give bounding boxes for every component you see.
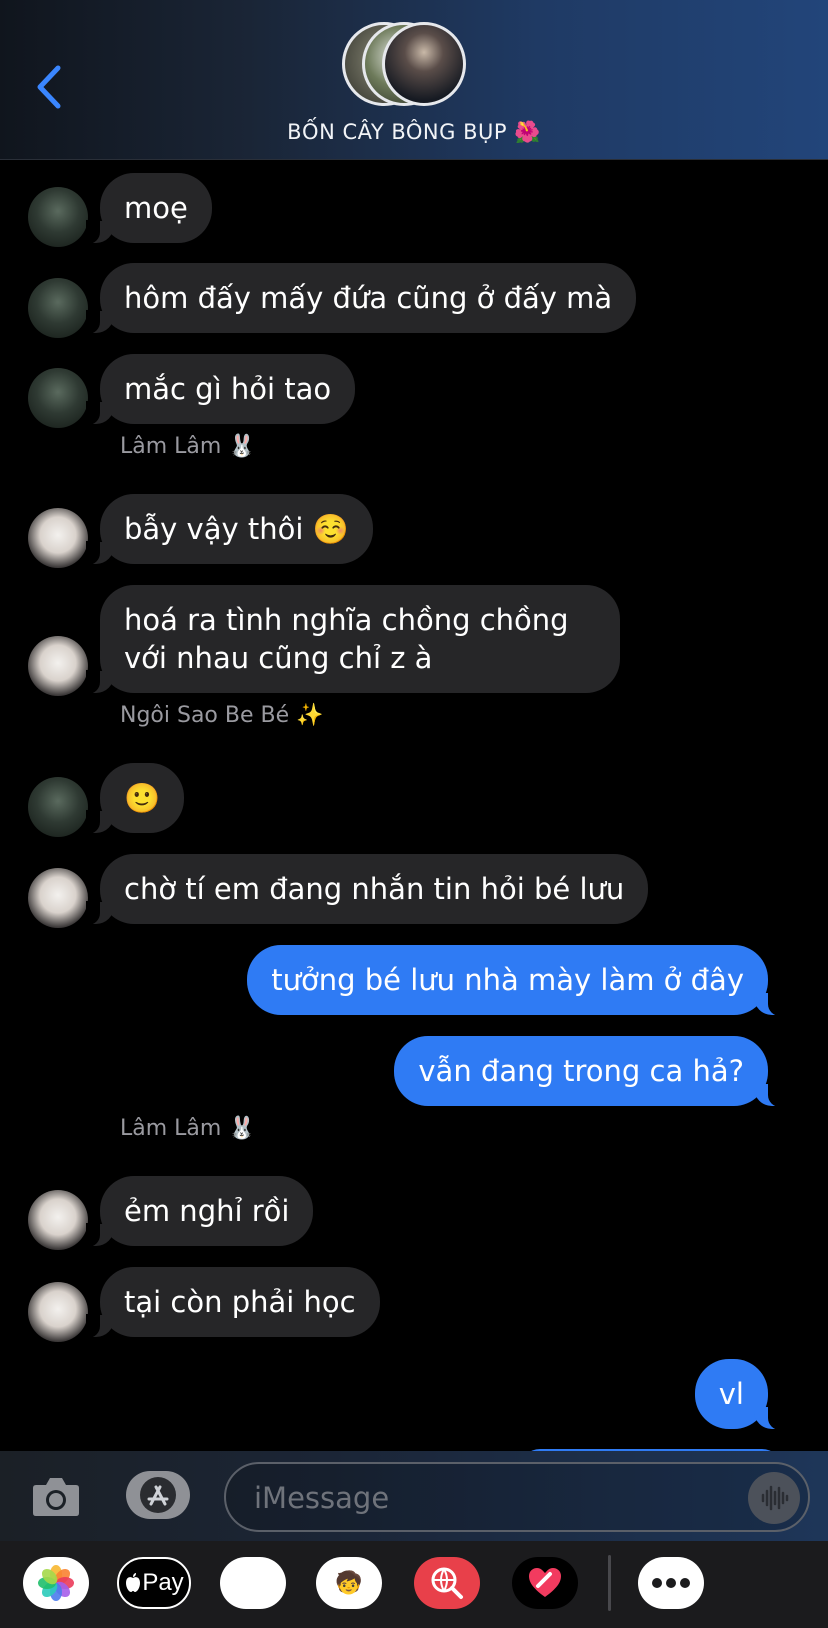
incoming-message[interactable]: mắc gì hỏi tao: [85, 354, 356, 425]
incoming-message[interactable]: 🙂: [85, 763, 185, 834]
compose-bar: [0, 1451, 828, 1541]
group-avatars[interactable]: [342, 22, 492, 108]
heart-icon: [529, 1568, 561, 1597]
incoming-message[interactable]: hôm đấy mấy đứa cũng ở đấy mà: [85, 263, 637, 334]
conversation-header: BỐN CÂY BÔNG BỤP 🌺: [0, 0, 828, 160]
outgoing-message[interactable]: vl: [694, 1359, 783, 1430]
apple-pay-label: Pay: [142, 1569, 184, 1596]
message-field[interactable]: [224, 1462, 810, 1532]
message-input[interactable]: [254, 1476, 714, 1520]
app-drawer-divider: [608, 1555, 611, 1611]
avatar[interactable]: [28, 368, 88, 428]
incoming-message[interactable]: chờ tí em đang nhắn tin hỏi bé lưu: [85, 854, 649, 925]
more-apps-button[interactable]: [638, 1557, 704, 1609]
outgoing-message[interactable]: tưởng bé lưu nhà mày làm ở đây: [247, 945, 782, 1016]
memoji-icon: 🧒: [335, 1570, 363, 1596]
more-icon: [652, 1578, 690, 1588]
audio-message-button[interactable]: [748, 1472, 800, 1524]
apple-pay-button[interactable]: Pay: [117, 1557, 191, 1609]
app-store-button[interactable]: [126, 1471, 190, 1519]
photos-app-button[interactable]: [23, 1557, 89, 1609]
app-drawer: Pay 🐵 🧒: [0, 1541, 828, 1628]
avatar[interactable]: [28, 1282, 88, 1342]
incoming-message[interactable]: moẹ: [86, 173, 212, 244]
avatar[interactable]: [28, 1190, 88, 1250]
camera-icon: [33, 1478, 79, 1516]
app-store-icon: [140, 1477, 176, 1513]
sender-name: Lâm Lâm 🐰: [120, 1116, 256, 1141]
group-title[interactable]: BỐN CÂY BÔNG BỤP 🌺: [0, 120, 828, 145]
memoji-button[interactable]: 🧒: [316, 1557, 382, 1609]
search-app-button[interactable]: [414, 1557, 480, 1609]
message-list[interactable]: moẹ hôm đấy mấy đứa cũng ở đấy mà mắc gì…: [0, 161, 828, 1451]
incoming-message[interactable]: hoá ra tình nghĩa chồng chồng với nhau c…: [86, 585, 620, 694]
apple-logo-icon: [126, 1573, 141, 1592]
avatar[interactable]: [28, 868, 88, 928]
back-button[interactable]: [30, 62, 70, 112]
avatar[interactable]: [28, 508, 88, 568]
sender-name: Ngôi Sao Be Bé ✨: [120, 703, 324, 728]
digital-touch-button[interactable]: [512, 1557, 578, 1609]
sender-name: Lâm Lâm 🐰: [120, 434, 256, 459]
incoming-message[interactable]: bẫy vậy thôi ☺️: [86, 494, 373, 565]
avatar[interactable]: [28, 278, 88, 338]
group-member-avatar: [382, 22, 466, 106]
globe-search-icon: [431, 1567, 463, 1599]
outgoing-message[interactable]: vẫn đang trong ca hả?: [394, 1036, 782, 1107]
incoming-message[interactable]: ẻm nghỉ rồi: [85, 1176, 314, 1247]
photos-icon: [38, 1565, 74, 1601]
chevron-left-icon: [37, 65, 61, 109]
monkey-icon: 🐵: [240, 1570, 266, 1596]
avatar[interactable]: [28, 777, 88, 837]
waveform-icon: [761, 1485, 789, 1511]
animoji-button[interactable]: 🐵: [220, 1557, 286, 1609]
camera-button[interactable]: [30, 1473, 82, 1519]
avatar[interactable]: [28, 636, 88, 696]
avatar[interactable]: [28, 187, 88, 247]
incoming-message[interactable]: tại còn phải học: [86, 1267, 380, 1338]
